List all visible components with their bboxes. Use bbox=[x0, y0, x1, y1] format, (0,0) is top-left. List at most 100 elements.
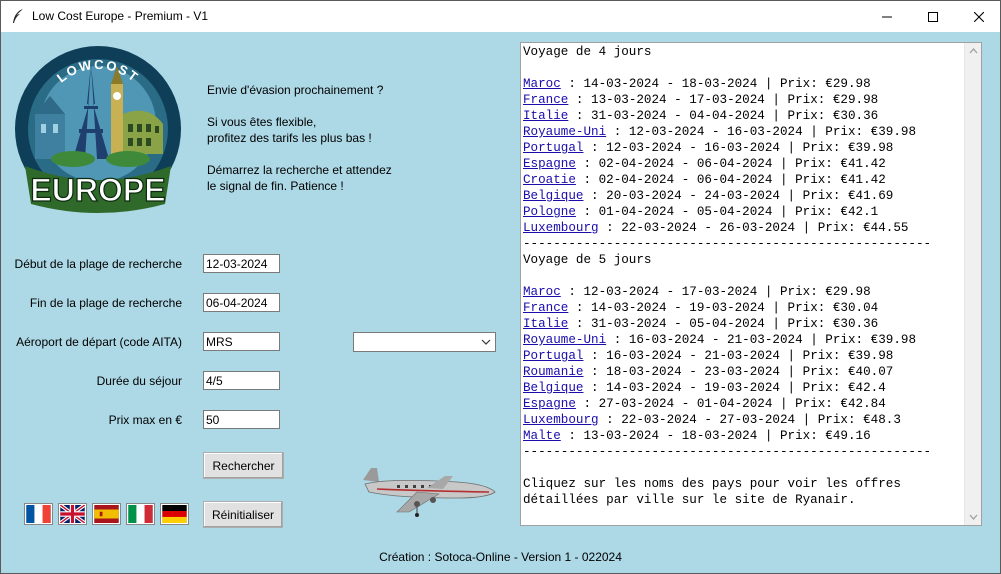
country-link[interactable]: Belgique bbox=[523, 381, 583, 395]
footer-credit: Création : Sotoca-Online - Version 1 - 0… bbox=[379, 550, 622, 564]
country-link[interactable]: Luxembourg bbox=[523, 221, 599, 235]
result-line: Cliquez sur les noms des pays pour voir … bbox=[523, 476, 963, 492]
close-button[interactable] bbox=[956, 1, 1001, 32]
country-link[interactable]: Portugal bbox=[523, 141, 583, 155]
chevron-down-icon bbox=[481, 339, 491, 345]
start-date-label: Début de la plage de recherche bbox=[14, 257, 182, 271]
maximize-button[interactable] bbox=[910, 1, 956, 32]
result-line: Pologne : 01-04-2024 - 05-04-2024 | Prix… bbox=[523, 204, 963, 220]
title-bar[interactable]: Low Cost Europe - Premium - V1 bbox=[1, 1, 1000, 32]
result-line: Portugal : 16-03-2024 - 21-03-2024 | Pri… bbox=[523, 348, 963, 364]
result-text: Voyage de 5 jours bbox=[523, 253, 652, 267]
scroll-down-icon[interactable] bbox=[969, 514, 978, 521]
maximize-icon bbox=[928, 11, 938, 22]
intro-line-5: le signal de fin. Patience ! bbox=[207, 179, 344, 193]
country-link[interactable]: Pologne bbox=[523, 205, 576, 219]
language-flags bbox=[25, 504, 188, 526]
intro-line-4: Démarrez la recherche et attendez bbox=[207, 163, 392, 177]
result-text: Voyage de 4 jours bbox=[523, 45, 652, 59]
country-link[interactable]: Maroc bbox=[523, 285, 561, 299]
country-link[interactable]: Croatie bbox=[523, 173, 576, 187]
result-line: Luxembourg : 22-03-2024 - 26-03-2024 | P… bbox=[523, 220, 963, 236]
result-line: ----------------------------------------… bbox=[523, 236, 963, 252]
spain-flag-icon[interactable] bbox=[93, 504, 120, 524]
country-link[interactable]: Malte bbox=[523, 429, 561, 443]
country-link[interactable]: Espagne bbox=[523, 157, 576, 171]
result-line: Portugal : 12-03-2024 - 16-03-2024 | Pri… bbox=[523, 140, 963, 156]
country-link[interactable]: Italie bbox=[523, 109, 568, 123]
italy-flag-icon[interactable] bbox=[127, 504, 154, 524]
airport-dropdown[interactable] bbox=[353, 332, 496, 352]
results-scrollbar[interactable] bbox=[964, 43, 981, 525]
result-line: Luxembourg : 22-03-2024 - 27-03-2024 | P… bbox=[523, 412, 963, 428]
france-flag-icon[interactable] bbox=[25, 504, 52, 524]
airplane-icon bbox=[363, 468, 496, 517]
uk-flag-icon[interactable] bbox=[59, 504, 86, 524]
result-text: ----------------------------------------… bbox=[523, 237, 932, 251]
germany-flag-icon[interactable] bbox=[161, 504, 188, 524]
result-text: : 20-03-2024 - 24-03-2024 | Prix: €41.69 bbox=[583, 189, 894, 203]
client-area: LOWCOST EUROPE Envie d'évasion prochaine… bbox=[1, 32, 1000, 573]
reset-button[interactable]: Réinitialiser bbox=[203, 501, 283, 528]
result-line: Belgique : 14-03-2024 - 19-03-2024 | Pri… bbox=[523, 380, 963, 396]
result-text: : 22-03-2024 - 26-03-2024 | Prix: €44.55 bbox=[598, 221, 909, 235]
scroll-up-icon[interactable] bbox=[969, 47, 978, 54]
minimize-button[interactable] bbox=[864, 1, 910, 32]
result-line: Italie : 31-03-2024 - 04-04-2024 | Prix:… bbox=[523, 108, 963, 124]
result-text: : 31-03-2024 - 05-04-2024 | Prix: €30.36 bbox=[568, 317, 879, 331]
result-line: détaillées par ville sur le site de Ryan… bbox=[523, 492, 963, 508]
logo-bottom-text: EUROPE bbox=[30, 172, 165, 208]
result-text: : 22-03-2024 - 27-03-2024 | Prix: €48.3 bbox=[598, 413, 901, 427]
result-text: ----------------------------------------… bbox=[523, 445, 932, 459]
country-link[interactable]: France bbox=[523, 93, 568, 107]
country-link[interactable]: Roumanie bbox=[523, 365, 583, 379]
result-line: Royaume-Uni : 12-03-2024 - 16-03-2024 | … bbox=[523, 124, 963, 140]
result-text: : 01-04-2024 - 05-04-2024 | Prix: €42.1 bbox=[575, 205, 879, 219]
result-text: : 31-03-2024 - 04-04-2024 | Prix: €30.36 bbox=[568, 109, 879, 123]
result-text: détaillées par ville sur le site de Ryan… bbox=[523, 493, 856, 507]
result-line: Maroc : 14-03-2024 - 18-03-2024 | Prix: … bbox=[523, 76, 963, 92]
intro-line-1: Envie d'évasion prochainement ? bbox=[207, 83, 384, 97]
results-content: Voyage de 4 jours Maroc : 14-03-2024 - 18… bbox=[523, 44, 963, 508]
country-link[interactable]: Belgique bbox=[523, 189, 583, 203]
airport-input[interactable] bbox=[203, 332, 280, 351]
result-line bbox=[523, 268, 963, 284]
result-text: Cliquez sur les noms des pays pour voir … bbox=[523, 477, 901, 491]
result-text: : 14-03-2024 - 19-03-2024 | Prix: €30.04 bbox=[568, 301, 879, 315]
result-text: : 27-03-2024 - 01-04-2024 | Prix: €42.84 bbox=[575, 397, 886, 411]
result-line: Royaume-Uni : 16-03-2024 - 21-03-2024 | … bbox=[523, 332, 963, 348]
result-text: : 18-03-2024 - 23-03-2024 | Prix: €40.07 bbox=[583, 365, 894, 379]
result-text: : 02-04-2024 - 06-04-2024 | Prix: €41.42 bbox=[575, 157, 886, 171]
result-line: France : 13-03-2024 - 17-03-2024 | Prix:… bbox=[523, 92, 963, 108]
result-line: Espagne : 27-03-2024 - 01-04-2024 | Prix… bbox=[523, 396, 963, 412]
result-text: : 14-03-2024 - 19-03-2024 | Prix: €42.4 bbox=[583, 381, 886, 395]
country-link[interactable]: France bbox=[523, 301, 568, 315]
country-link[interactable]: Maroc bbox=[523, 77, 561, 91]
duration-input[interactable] bbox=[203, 371, 280, 390]
result-line: Croatie : 02-04-2024 - 06-04-2024 | Prix… bbox=[523, 172, 963, 188]
max-price-label: Prix max en € bbox=[108, 413, 182, 427]
result-line: Maroc : 12-03-2024 - 17-03-2024 | Prix: … bbox=[523, 284, 963, 300]
feather-icon bbox=[13, 9, 23, 23]
result-text: : 16-03-2024 - 21-03-2024 | Prix: €39.98 bbox=[606, 333, 916, 347]
results-textbox[interactable]: Voyage de 4 jours Maroc : 14-03-2024 - 18… bbox=[520, 42, 982, 526]
country-link[interactable]: Italie bbox=[523, 317, 568, 331]
country-link[interactable]: Royaume-Uni bbox=[523, 125, 606, 139]
country-link[interactable]: Luxembourg bbox=[523, 413, 599, 427]
country-link[interactable]: Portugal bbox=[523, 349, 583, 363]
duration-label: Durée du séjour bbox=[96, 374, 182, 388]
country-link[interactable]: Royaume-Uni bbox=[523, 333, 606, 347]
result-text: : 13-03-2024 - 17-03-2024 | Prix: €29.98 bbox=[568, 93, 879, 107]
low-cost-europe-logo: LOWCOST EUROPE bbox=[15, 46, 181, 213]
result-text: : 14-03-2024 - 18-03-2024 | Prix: €29.98 bbox=[560, 77, 871, 91]
country-link[interactable]: Espagne bbox=[523, 397, 576, 411]
close-icon bbox=[974, 11, 984, 22]
max-price-input[interactable] bbox=[203, 410, 280, 429]
end-date-label: Fin de la plage de recherche bbox=[29, 296, 182, 310]
result-text: : 12-03-2024 - 16-03-2024 | Prix: €39.98 bbox=[583, 141, 894, 155]
start-date-input[interactable] bbox=[203, 254, 280, 273]
end-date-input[interactable] bbox=[203, 293, 280, 312]
result-line bbox=[523, 60, 963, 76]
search-button[interactable]: Rechercher bbox=[203, 452, 284, 479]
window-title: Low Cost Europe - Premium - V1 bbox=[32, 9, 209, 23]
